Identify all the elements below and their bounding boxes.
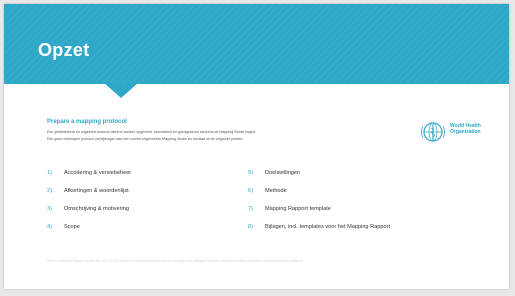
list-item-label: Doelstellingen (265, 170, 301, 176)
list-item-label: Methode (265, 188, 287, 194)
header-banner: Opzet (4, 4, 509, 84)
list-item-number: 3) (47, 206, 52, 212)
list-item-number: 8) (248, 224, 253, 230)
list-item: 2) Afkortingen & woordenlijst (47, 182, 131, 200)
who-logo-line2: Organization (450, 129, 481, 135)
list-item: 5) Doelstellingen (248, 164, 390, 182)
list-item: 7) Mapping Rapport template (248, 200, 390, 218)
header-notch (104, 83, 138, 98)
list-item-number: 6) (248, 188, 253, 194)
list-item-number: 4) (47, 224, 52, 230)
protocol-list-left: 1) Accodering & versiebeheer 2) Afkortin… (47, 164, 131, 236)
list-item: 1) Accodering & versiebeheer (47, 164, 131, 182)
intro-line: Een goed ontworpen protocol zal bijdrage… (47, 136, 244, 141)
slide: Opzet Prepare a mapping protocol Een ged… (4, 4, 509, 289)
list-item-label: Omschrijving & motivering (64, 206, 129, 212)
list-item: 6) Methode (248, 182, 390, 200)
protocol-list-right: 5) Doelstellingen 6) Methode 7) Mapping … (248, 164, 390, 236)
list-item-number: 2) (47, 188, 52, 194)
list-item-label: Bijlagen, incl. templates voor het Mappi… (265, 224, 390, 230)
list-item-label: Accodering & versiebeheer (64, 170, 132, 176)
list-item-number: 5) (248, 170, 253, 176)
slide-subtitle: Prepare a mapping protocol (47, 119, 127, 125)
slide-title: Opzet (38, 40, 90, 60)
list-item-label: Afkortingen & woordenlijst (64, 188, 129, 194)
list-item: 3) Omschrijving & motivering (47, 200, 131, 218)
list-item-label: Mapping Rapport template (265, 206, 331, 212)
list-item-label: Scope (64, 224, 80, 230)
list-item: 4) Scope (47, 218, 131, 236)
list-item: 8) Bijlagen, incl. templates voor het Ma… (248, 218, 390, 236)
slide-footer-citation: WHO Technical Report Series No. 961 (201… (47, 259, 303, 263)
list-item-number: 7) (248, 206, 253, 212)
who-logo-text: World Health Organization (450, 123, 481, 135)
intro-text: Een gedetailleerd en uitgebred protocol … (47, 129, 407, 142)
list-item-number: 1) (47, 170, 52, 176)
